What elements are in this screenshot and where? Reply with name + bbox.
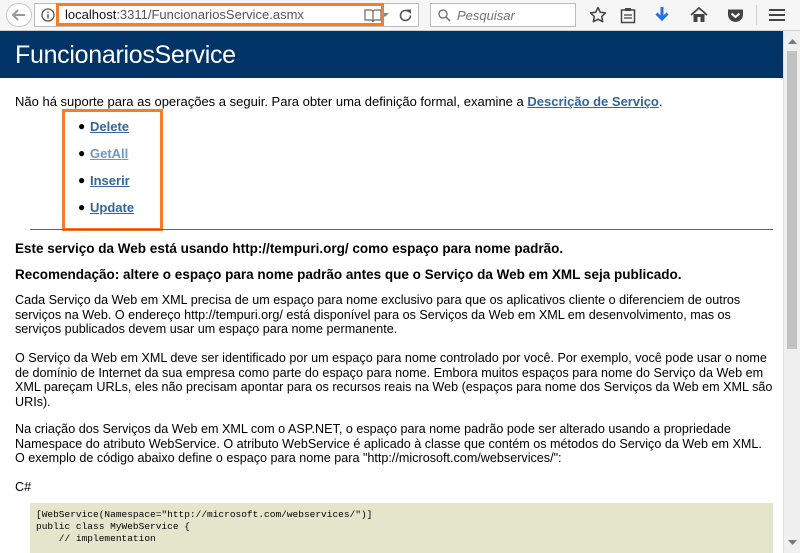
downloads-button[interactable]: [652, 5, 672, 25]
clipboard-icon: [620, 7, 636, 23]
info-icon[interactable]: [41, 8, 55, 22]
back-button[interactable]: [6, 3, 32, 27]
code-language-label: C#: [15, 480, 32, 494]
menu-button[interactable]: [767, 5, 787, 25]
reload-icon[interactable]: [398, 8, 413, 23]
paragraph-namespace-control: O Serviço da Web em XML deve ser identif…: [15, 351, 773, 409]
pocket-button[interactable]: [725, 5, 745, 25]
code-sample: [WebService(Namespace="http://microsoft.…: [30, 503, 773, 553]
scroll-up-icon[interactable]: [788, 37, 797, 46]
search-icon: [438, 9, 451, 22]
back-arrow-icon: [12, 9, 25, 21]
intro-label: Não há suporte para as operações a segui…: [15, 94, 528, 109]
recommendation-heading: Recomendação: altere o espaço para nome …: [15, 267, 682, 282]
home-button[interactable]: [689, 5, 709, 25]
page-content: Não há suporte para as operações a segui…: [0, 78, 783, 553]
page-title: FuncionariosService: [15, 41, 236, 69]
namespace-heading: Este serviço da Web está usando http://t…: [15, 241, 564, 256]
toolbar-separator: [756, 5, 757, 25]
intro-text: Não há suporte para as operações a segui…: [15, 94, 663, 109]
service-description-link[interactable]: Descrição de Serviço: [527, 94, 659, 109]
scrollbar-thumb[interactable]: [787, 51, 797, 349]
intro-end: .: [658, 94, 663, 109]
download-arrow-icon: [655, 7, 669, 22]
url-bar[interactable]: localhost:3311/FuncionariosService.asmx: [34, 3, 419, 27]
scroll-down-icon[interactable]: [788, 538, 797, 547]
hamburger-menu-icon: [769, 9, 785, 21]
divider: [30, 229, 773, 230]
url-highlight-box: [56, 3, 384, 26]
paragraph-aspnet: Na criação dos Serviços da Web em XML co…: [15, 422, 762, 466]
vertical-scrollbar[interactable]: [783, 31, 800, 553]
paragraph-unique-namespace: Cada Serviço da Web em XML precisa de um…: [15, 293, 741, 337]
search-box[interactable]: [430, 3, 576, 27]
home-icon: [690, 7, 708, 22]
pocket-icon: [727, 9, 743, 22]
star-icon: [589, 6, 607, 23]
search-input[interactable]: [457, 6, 569, 24]
operations-highlight-box: [62, 109, 163, 231]
service-header: FuncionariosService: [0, 31, 783, 78]
reading-list-button[interactable]: [618, 5, 638, 25]
browser-toolbar: localhost:3311/FuncionariosService.asmx: [0, 0, 800, 31]
bookmark-star-button[interactable]: [588, 5, 608, 25]
